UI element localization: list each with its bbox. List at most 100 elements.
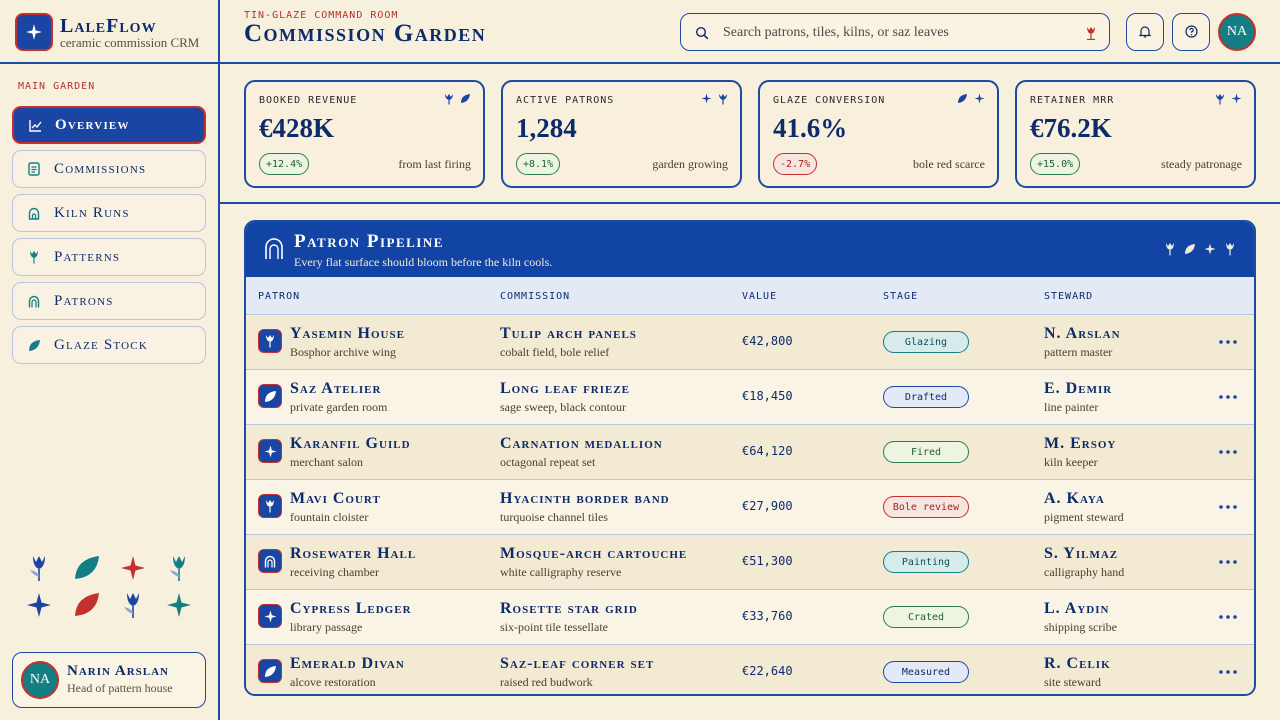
commission-name: Saz-leaf corner set xyxy=(500,655,655,672)
sidebar-item-commissions[interactable]: Commissions xyxy=(12,150,206,188)
patron-note: library passage xyxy=(290,620,363,634)
steward-name: E. Demir xyxy=(1044,380,1113,397)
column-header-patron[interactable]: PATRON xyxy=(258,291,300,302)
arch-icon xyxy=(27,294,41,308)
leaf-icon xyxy=(461,94,470,103)
table-row[interactable]: Saz Atelier private garden room Long leaf … xyxy=(246,370,1254,425)
kpi-card-booked-revenue: BOOKED REVENUE €428K +12.4% from last fi… xyxy=(244,80,485,188)
kpi-card-glaze-conversion: GLAZE CONVERSION 41.6% -2.7% bole red sc… xyxy=(758,80,999,188)
tulip-icon xyxy=(258,329,282,353)
more-dots-icon xyxy=(1219,395,1237,399)
help-button[interactable] xyxy=(1172,13,1210,51)
tulip-icon xyxy=(27,250,41,264)
patron-name[interactable]: Emerald Divan xyxy=(290,655,405,673)
table-row[interactable]: Yasemin House Bosphor archive wing Tulip a… xyxy=(246,315,1254,370)
commission-note: six-point tile tessellate xyxy=(500,620,608,634)
panel-title: Patron Pipeline xyxy=(294,231,444,252)
tile-motif-grid xyxy=(24,553,200,623)
sidebar: LaleFlow ceramic commission CRM MAIN GAR… xyxy=(0,0,220,720)
patron-note: alcove restoration xyxy=(290,675,376,689)
patron-name[interactable]: Karanfil Guild xyxy=(290,435,411,453)
main-divider xyxy=(220,202,1280,204)
kpi-note: garden growing xyxy=(652,157,728,171)
column-header-stage[interactable]: STAGE xyxy=(883,291,918,302)
sidebar-item-kiln-runs[interactable]: Kiln Runs xyxy=(12,194,206,232)
patron-name[interactable]: Cypress Ledger xyxy=(290,600,412,618)
column-header-steward[interactable]: STEWARD xyxy=(1044,291,1093,302)
sidebar-item-label: Commissions xyxy=(54,160,147,177)
more-dots-icon xyxy=(1219,615,1237,619)
steward-name: N. Arslan xyxy=(1044,325,1121,342)
kiln-icon xyxy=(27,206,41,220)
column-header-value[interactable]: VALUE xyxy=(742,291,777,302)
leaf-icon xyxy=(958,94,967,103)
row-more-button[interactable] xyxy=(1218,665,1238,679)
patron-name[interactable]: Yasemin House xyxy=(290,325,405,343)
stage-badge: Fired xyxy=(883,441,969,463)
sidebar-item-glaze-stock[interactable]: Glaze Stock xyxy=(12,326,206,364)
patron-name[interactable]: Saz Atelier xyxy=(290,380,381,398)
panel-header-icons xyxy=(1164,242,1236,256)
steward-role: kiln keeper xyxy=(1044,455,1098,469)
steward-name: A. Kaya xyxy=(1044,490,1105,507)
column-header-commission[interactable]: COMMISSION xyxy=(500,291,570,302)
table-row[interactable]: Emerald Divan alcove restoration Saz-leaf … xyxy=(246,645,1254,694)
sidebar-item-patterns[interactable]: Patterns xyxy=(12,238,206,276)
row-more-button[interactable] xyxy=(1218,610,1238,624)
kpi-value: 41.6% xyxy=(773,113,848,143)
table-row[interactable]: Karanfil Guild merchant salon Carnation me… xyxy=(246,425,1254,480)
steward-role: pattern master xyxy=(1044,345,1113,359)
tulip-icon xyxy=(124,593,139,618)
kpi-value: €428K xyxy=(259,113,335,143)
commission-note: octagonal repeat set xyxy=(500,455,596,469)
commission-name: Hyacinth border band xyxy=(500,490,670,507)
kpi-label: BOOKED REVENUE xyxy=(259,95,358,106)
stage-badge: Crated xyxy=(883,606,969,628)
kpi-note: bole red scarce xyxy=(913,157,985,171)
patron-name[interactable]: Rosewater Hall xyxy=(290,545,416,563)
star-icon xyxy=(167,593,191,617)
brand-tagline: ceramic commission CRM xyxy=(60,35,200,50)
table-header: PATRON COMMISSION VALUE STAGE STEWARD xyxy=(246,277,1254,315)
profile-avatar-button[interactable]: NA xyxy=(1218,13,1256,51)
sidebar-item-patrons[interactable]: Patrons xyxy=(12,282,206,320)
patron-note: fountain cloister xyxy=(290,510,369,524)
star-icon xyxy=(121,556,145,580)
row-more-button[interactable] xyxy=(1218,335,1238,349)
star-icon xyxy=(27,593,51,617)
kpi-label: ACTIVE PATRONS xyxy=(516,95,615,106)
table-row[interactable]: Rosewater Hall receiving chamber Mosque-ar… xyxy=(246,535,1254,590)
chart-line-icon xyxy=(28,118,42,132)
steward-role: pigment steward xyxy=(1044,510,1124,524)
arch-icon xyxy=(258,549,282,573)
row-more-button[interactable] xyxy=(1218,500,1238,514)
search-bar[interactable] xyxy=(680,13,1110,51)
star-icon xyxy=(974,93,985,104)
sidebar-item-label: Patterns xyxy=(54,248,121,265)
kpi-value: 1,284 xyxy=(516,113,577,143)
patron-name[interactable]: Mavi Court xyxy=(290,490,381,508)
sidebar-item-overview[interactable]: Overview xyxy=(12,106,206,144)
search-input[interactable] xyxy=(723,21,1073,45)
header: TIN-GLAZE COMMAND ROOM Commission Garden… xyxy=(220,0,1280,64)
tulip-icon xyxy=(30,556,45,581)
table-row[interactable]: Cypress Ledger library passage Rosette sta… xyxy=(246,590,1254,645)
row-more-button[interactable] xyxy=(1218,445,1238,459)
leaf-icon xyxy=(258,384,282,408)
kpi-label: GLAZE CONVERSION xyxy=(773,95,886,106)
row-more-button[interactable] xyxy=(1218,555,1238,569)
table-row[interactable]: Mavi Court fountain cloister Hyacinth bord… xyxy=(246,480,1254,535)
commission-note: turquoise channel tiles xyxy=(500,510,608,524)
row-more-button[interactable] xyxy=(1218,390,1238,404)
kpi-note: steady patronage xyxy=(1161,157,1242,171)
sidebar-item-label: Patrons xyxy=(54,292,114,309)
commission-value: €51,300 xyxy=(742,554,793,568)
commission-name: Mosque-arch cartouche xyxy=(500,545,688,562)
steward-role: site steward xyxy=(1044,675,1101,689)
star-icon xyxy=(1231,93,1242,104)
more-dots-icon xyxy=(1219,450,1237,454)
user-card[interactable]: NA Narin Arslan Head of pattern house xyxy=(12,652,206,708)
patron-note: merchant salon xyxy=(290,455,363,469)
brand[interactable]: LaleFlow ceramic commission CRM xyxy=(15,13,215,53)
notifications-button[interactable] xyxy=(1126,13,1164,51)
